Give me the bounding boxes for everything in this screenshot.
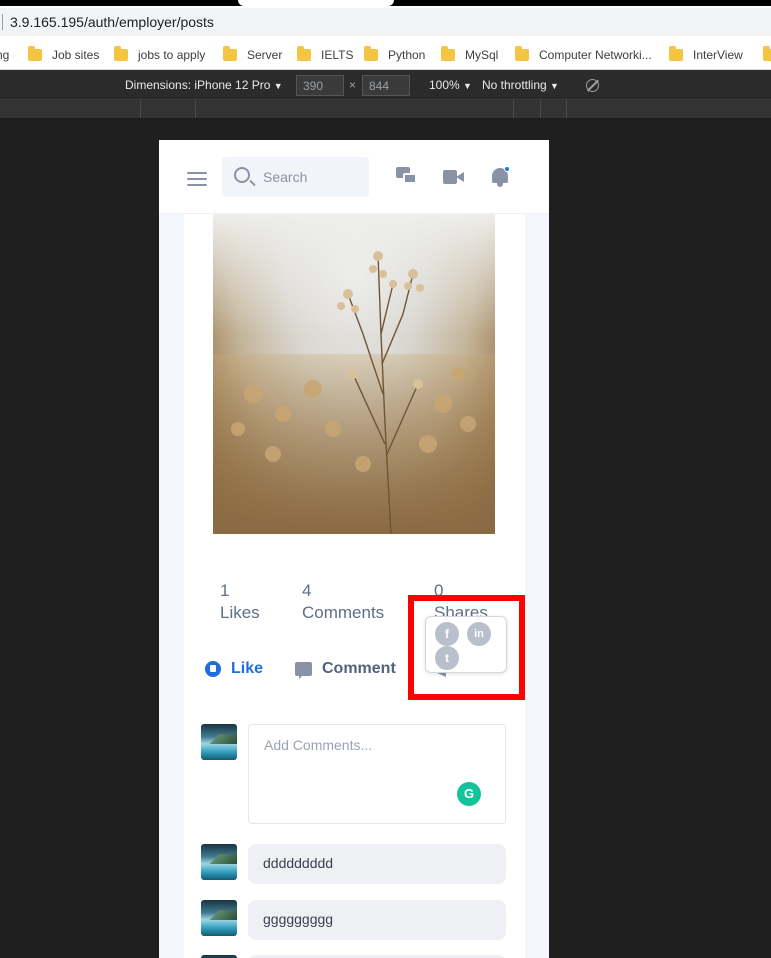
bookmarks-bar: ng Job sites jobs to apply Server IELTS … [0,38,771,70]
search-input[interactable]: Search [222,157,369,197]
ruler-tick [195,100,196,118]
active-tab[interactable] [238,0,394,6]
device-height-input[interactable]: 844 [362,75,410,96]
like-button[interactable]: Like [205,660,263,678]
bookmark-label: MySql [465,48,499,62]
likes-stat[interactable]: 1 Likes [220,580,260,624]
bookmark-item[interactable]: Server [223,46,282,64]
bookmark-item[interactable] [763,46,771,64]
media-query-ruler [0,100,771,118]
comment-label: Comment [322,660,396,677]
rotate-icon[interactable] [586,79,599,92]
bookmark-label: Server [247,48,283,62]
folder-icon [669,46,683,61]
comment-item: ggggggggg [248,900,506,940]
bookmark-item[interactable]: MySql [441,46,498,64]
comment-item: ddddddddd [248,844,506,884]
messages-icon[interactable] [396,167,418,187]
post-image[interactable] [213,214,495,534]
highlight-annotation-box [408,595,525,700]
bookmark-label: IELTS [321,48,354,62]
folder-icon [114,46,128,61]
bookmark-item[interactable]: Job sites [28,46,99,64]
ruler-tick [140,100,141,118]
notification-bell-icon[interactable] [490,166,510,188]
bookmark-item[interactable]: jobs to apply [114,46,205,64]
comments-label: Comments [302,603,385,622]
folder-icon [364,46,378,61]
bookmark-item[interactable]: InterView [669,46,743,64]
url-text[interactable]: 3.9.165.195/auth/employer/posts [10,14,214,30]
folder-icon [223,46,237,61]
likes-label: Likes [220,603,260,622]
browser-address-bar: 3.9.165.195/auth/employer/posts [0,0,771,38]
folder-icon [515,46,529,61]
comment-icon [295,662,312,679]
feed-content: 1 Likes 4 Comments 0 Shares Like Comment [159,214,549,958]
comment-text: ggggggggg [263,911,334,927]
zoom-label: 100% [429,78,460,92]
device-dimensions-label: Dimensions: iPhone 12 Pro [125,78,271,92]
bookmark-label: Computer Networki... [539,48,652,62]
bookmark-item[interactable]: ng [0,46,9,64]
device-dimensions-dropdown[interactable]: Dimensions: iPhone 12 Pro ▼ [125,78,283,92]
comment-button[interactable]: Comment [295,660,396,679]
dropdown-caret-icon: ▼ [273,81,283,91]
search-icon [234,167,250,183]
ruler-tick [566,100,567,118]
bookmark-item[interactable]: Python [364,46,425,64]
phone-viewport: Search 1 Likes 4 Comments 0 Shares Like … [159,140,549,958]
ruler-tick [540,100,541,118]
folder-icon [441,46,455,61]
folder-icon [763,46,771,61]
throttling-label: No throttling [482,78,547,92]
comment-placeholder: Add Comments... [264,737,373,753]
bookmark-label: jobs to apply [138,48,206,62]
bookmark-label: InterView [693,48,743,62]
bookmark-label: Job sites [52,48,100,62]
likes-count: 1 [220,581,230,600]
avatar [201,844,237,880]
folder-icon [28,46,42,61]
devtools-device-toolbar: Dimensions: iPhone 12 Pro ▼ 390 × 844 10… [0,70,771,100]
app-top-nav: Search [159,140,549,214]
post-card: 1 Likes 4 Comments 0 Shares Like Comment [184,214,525,958]
menu-icon[interactable] [187,172,207,186]
bookmark-item[interactable]: Computer Networki... [515,46,652,64]
comment-text: ddddddddd [263,855,334,871]
folder-icon [297,46,311,61]
avatar [201,724,237,760]
avatar [201,900,237,936]
dimension-separator: × [349,78,357,92]
dropdown-caret-icon: ▼ [463,81,472,91]
ruler-tick [513,100,514,118]
bookmark-label: Python [388,48,426,62]
like-icon [205,661,221,677]
wildflower-illustration [231,251,476,534]
like-label: Like [231,660,264,677]
device-width-input[interactable]: 390 [296,75,344,96]
comments-count: 4 [302,581,312,600]
tab-strip [0,0,771,6]
zoom-dropdown[interactable]: 100% ▼ [429,78,472,92]
bookmark-item[interactable]: IELTS [297,46,353,64]
dropdown-caret-icon: ▼ [550,81,559,91]
add-comment-input[interactable]: Add Comments... [248,724,506,824]
search-placeholder: Search [263,169,308,185]
throttling-dropdown[interactable]: No throttling ▼ [482,78,559,92]
notification-dot [504,166,510,172]
grammarly-icon[interactable] [457,782,481,806]
url-divider [2,14,3,30]
url-field[interactable]: 3.9.165.195/auth/employer/posts [0,8,771,36]
bookmark-label: ng [0,48,10,62]
video-call-icon[interactable] [443,170,465,184]
comments-stat[interactable]: 4 Comments [302,580,384,624]
